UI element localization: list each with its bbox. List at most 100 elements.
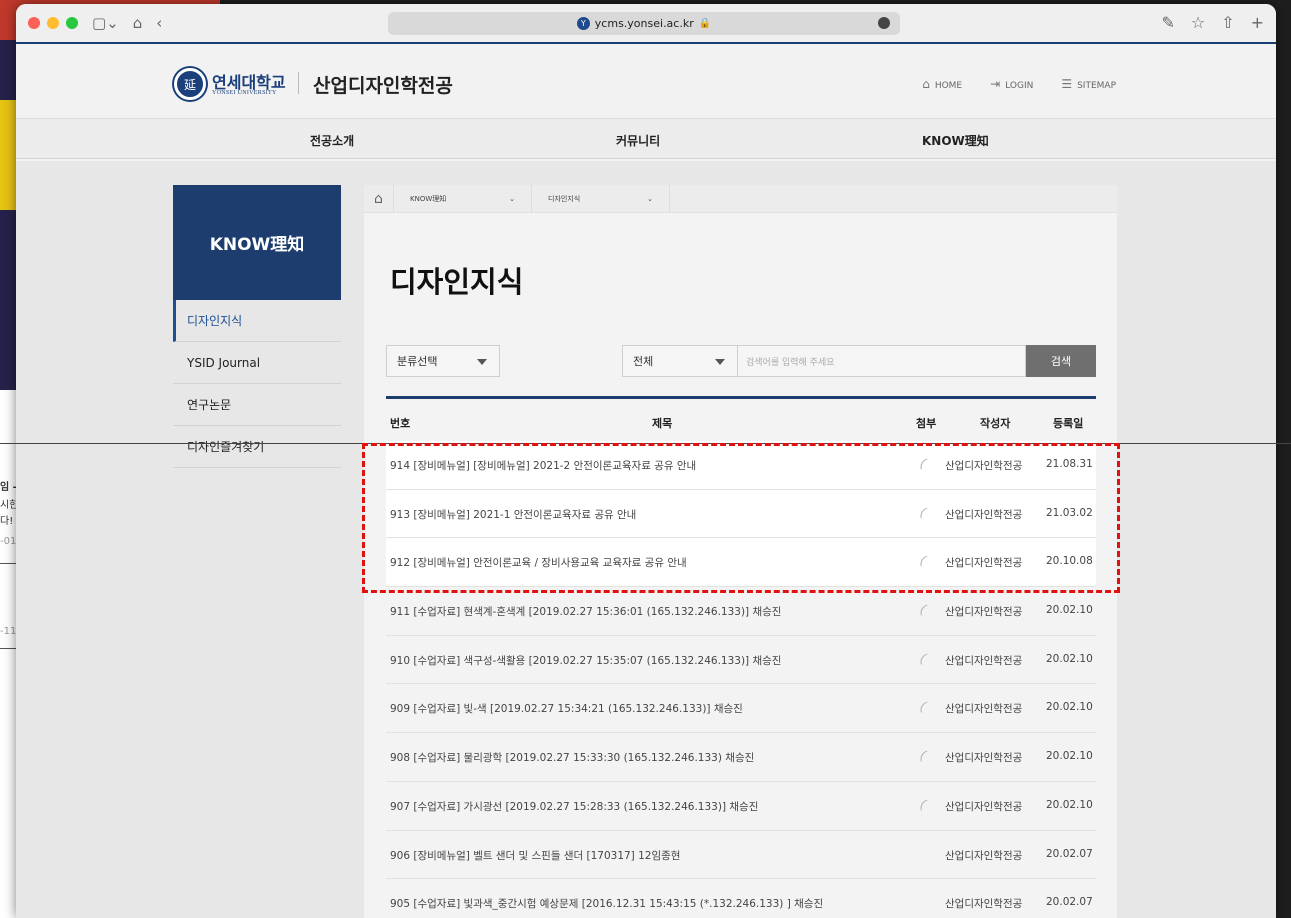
page-title: 디자인지식 [390,265,524,299]
close-window-button[interactable] [28,17,40,29]
reading-list-icon[interactable]: ✎ [1161,13,1174,32]
university-emblem-icon[interactable]: 延 [174,68,206,100]
highlight-box [362,443,1120,593]
home-link[interactable]: ⌂ HOME [922,77,962,91]
category-select-value: 분류선택 [397,355,438,368]
table-row[interactable]: 907 [수업자료] 가시광선 [2019.02.27 15:28:33 (16… [386,782,1096,831]
logo-divider [298,72,299,94]
sidebar-icon[interactable]: ▢⌄ [92,14,119,32]
scope-select[interactable]: 전체 [622,345,738,377]
sitemap-link[interactable]: ☰ SITEMAP [1061,77,1116,91]
login-icon: ⇥ [990,77,1001,91]
column-header-no: 번호 [390,417,411,430]
site-favicon-icon: Y [576,17,590,30]
column-header-attach: 첨부 [916,417,937,430]
post-author: 산업디자인학전공 [945,800,1023,813]
caret-down-icon [715,359,725,365]
breadcrumb-dropdown[interactable]: 디자인지식 ⌄ [532,184,670,213]
table-row[interactable]: 906 [장비메뉴얼] 벨트 샌더 및 스핀들 샌더 [170317] 12임종… [386,831,1096,880]
table-row[interactable]: 905 [수업자료] 빛과색_중간시험 예상문제 [2016.12.31 15:… [386,879,1096,918]
breadcrumb-label: 디자인지식 [548,194,581,203]
paperclip-icon[interactable]: ⌒ [915,796,937,817]
column-header-date: 등록일 [1053,417,1084,430]
post-title[interactable]: 911 [수업자료] 현색계-혼색계 [2019.02.27 15:36:01 … [390,604,781,619]
left-nav-item-papers[interactable]: 연구논문 [173,384,341,426]
paperclip-icon[interactable]: ⌒ [915,601,937,622]
new-tab-icon[interactable]: + [1251,13,1264,32]
left-nav-item-ysid-journal[interactable]: YSID Journal [173,342,341,384]
post-title[interactable]: 907 [수업자료] 가시광선 [2019.02.27 15:28:33 (16… [390,799,758,814]
url-text: ycms.yonsei.ac.kr [594,17,694,30]
post-author: 산업디자인학전공 [945,898,1023,911]
background-text: -01 [0,536,17,547]
back-icon[interactable]: ‹ [156,14,162,32]
paperclip-icon[interactable]: ⌒ [915,650,937,671]
post-date: 20.02.10 [1046,652,1093,665]
university-logo-english: YONSEI UNIVERSITY [212,90,277,96]
breadcrumb-dropdown[interactable]: KNOW理知 ⌄ [394,184,532,213]
main-nav: 전공소개 커뮤니티 KNOW理知 [16,119,1276,159]
window-controls [28,17,78,29]
table-row[interactable]: 910 [수업자료] 색구성-색활용 [2019.02.27 15:35:07 … [386,636,1096,685]
utility-nav: ⌂ HOME ⇥ LOGIN ☰ SITEMAP [922,77,1116,91]
column-header-title: 제목 [652,417,673,430]
left-nav-item-favorites[interactable]: 디자인즐겨찾기 [173,426,341,468]
post-date: 20.02.10 [1046,798,1093,811]
paperclip-icon[interactable]: ⌒ [915,699,937,720]
table-header: 번호 제목 첨부 작성자 등록일 [386,396,1096,438]
scope-select-value: 전체 [633,355,654,368]
background-text: 다! [0,516,14,527]
bookmark-star-icon[interactable]: ☆ [1191,13,1205,32]
search-button[interactable]: 검색 [1026,345,1096,377]
minimize-window-button[interactable] [47,17,59,29]
post-title[interactable]: 905 [수업자료] 빛과색_중간시험 예상문제 [2016.12.31 15:… [390,896,823,911]
post-title[interactable]: 910 [수업자료] 색구성-색활용 [2019.02.27 15:35:07 … [390,653,781,668]
site-header: 延 연세대학교 YONSEI UNIVERSITY 산업디자인학전공 ⌂ HOME… [16,44,1276,119]
left-nav-item-design-knowledge[interactable]: 디자인지식 [173,300,341,342]
left-nav: KNOW理知 디자인지식 YSID Journal 연구논문 디자인즐겨찾기 [173,185,341,468]
search-input[interactable]: 검색어를 입력해 주세요 [738,345,1026,377]
post-date: 20.02.07 [1046,847,1093,860]
background-text: -11 [0,626,17,637]
post-title[interactable]: 908 [수업자료] 물리광학 [2019.02.27 15:33:30 (16… [390,750,754,765]
left-nav-title: KNOW理知 [173,185,341,300]
table-row[interactable]: 908 [수업자료] 물리광학 [2019.02.27 15:33:30 (16… [386,733,1096,782]
post-date: 20.02.10 [1046,750,1093,763]
breadcrumb-home-icon[interactable]: ⌂ [364,184,394,213]
main-nav-item[interactable]: KNOW理知 [922,132,989,149]
column-header-author: 작성자 [980,417,1011,430]
main-nav-item[interactable]: 커뮤니티 [616,132,660,149]
post-author: 산업디자인학전공 [945,606,1023,619]
chevron-down-icon: ⌄ [647,194,653,203]
sitemap-icon: ☰ [1061,77,1073,91]
breadcrumb-label: KNOW理知 [410,194,447,203]
table-row[interactable]: 911 [수업자료] 현색계-혼색계 [2019.02.27 15:36:01 … [386,587,1096,636]
table-row[interactable]: 909 [수업자료] 빛-색 [2019.02.27 15:34:21 (165… [386,684,1096,734]
department-name[interactable]: 산업디자인학전공 [313,71,453,98]
category-select[interactable]: 분류선택 [386,345,500,377]
sitemap-link-label: SITEMAP [1077,81,1116,91]
address-bar[interactable]: Y ycms.yonsei.ac.kr 🔒 [388,12,900,35]
main-nav-item[interactable]: 전공소개 [310,132,354,149]
login-link-label: LOGIN [1005,81,1034,91]
caret-down-icon [477,359,487,365]
breadcrumb: ⌂ KNOW理知 ⌄ 디자인지식 ⌄ [364,184,1117,213]
home-icon: ⌂ [922,77,930,91]
search-bar: 분류선택 전체 검색어를 입력해 주세요 검색 [386,345,1096,379]
post-title[interactable]: 909 [수업자료] 빛-색 [2019.02.27 15:34:21 (165… [390,701,743,716]
lock-icon: 🔒 [698,18,712,29]
post-author: 산업디자인학전공 [945,752,1023,765]
reader-icon[interactable] [878,17,890,29]
post-date: 20.02.07 [1046,896,1093,909]
browser-toolbar: ▢⌄ ⌂ ‹ Y ycms.yonsei.ac.kr 🔒 ✎ ☆ ⇧ + [16,4,1276,44]
post-title[interactable]: 906 [장비메뉴얼] 벨트 샌더 및 스핀들 샌더 [170317] 12임종… [390,848,680,863]
share-icon[interactable]: ⇧ [1221,13,1234,32]
post-date: 20.02.10 [1046,604,1093,617]
home-icon[interactable]: ⌂ [133,14,143,32]
login-link[interactable]: ⇥ LOGIN [990,77,1033,91]
chevron-down-icon: ⌄ [509,194,515,203]
post-author: 산업디자인학전공 [945,849,1023,862]
paperclip-icon[interactable]: ⌒ [915,747,937,768]
maximize-window-button[interactable] [66,17,78,29]
home-link-label: HOME [934,81,963,91]
